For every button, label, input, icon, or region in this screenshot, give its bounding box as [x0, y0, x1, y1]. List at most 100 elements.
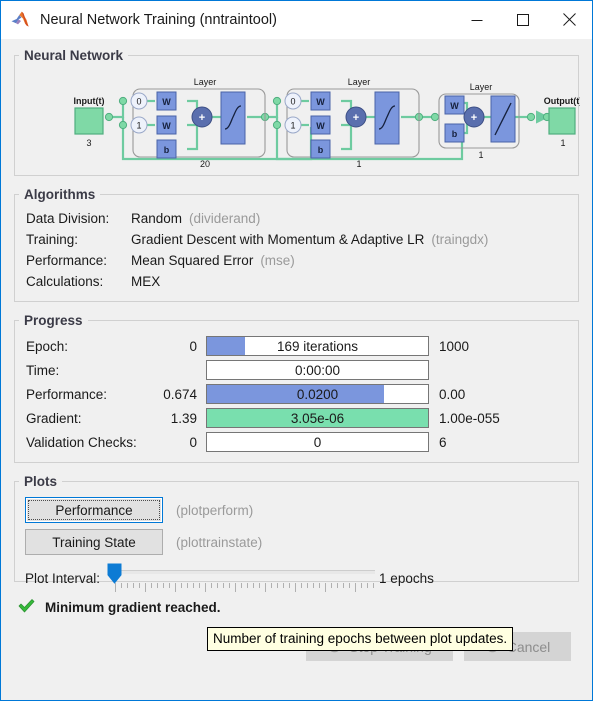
progress-legend: Progress: [24, 313, 83, 328]
input-label-text: Input(t): [74, 96, 105, 106]
plot-interval-row: Plot Interval: 1 epochs: [15, 563, 578, 593]
validation-checks-max-value: 6: [439, 434, 447, 450]
performance-progress-label: Performance:: [26, 386, 108, 402]
svg-text:Layer: Layer: [348, 77, 371, 87]
performance-current-value: 0.674: [163, 386, 197, 402]
performance-value: Mean Squared Error: [131, 253, 254, 268]
neural-network-diagram: Input(t) 3 Layer 0 1 W W b + 20 Layer 0 …: [15, 63, 580, 167]
gradient-progress-bar: 3.05e-06: [206, 408, 429, 428]
progress-group: Progress Epoch: 0 169 iterations 1000 Ti…: [14, 313, 579, 463]
performance-label: Performance:: [26, 253, 108, 268]
algorithm-row-performance: Performance: Mean Squared Error (mse): [15, 250, 578, 271]
svg-text:Layer: Layer: [194, 77, 217, 87]
green-check-icon: [17, 596, 36, 618]
calculations-label: Calculations:: [26, 274, 104, 289]
performance-goal-value: 0.00: [439, 386, 466, 402]
plot-row-performance: Performance (plotperform): [15, 497, 578, 523]
plot-training-state-button[interactable]: Training State: [25, 529, 163, 555]
minimize-button[interactable]: [454, 2, 500, 38]
progress-row-epoch: Epoch: 0 169 iterations 1000: [15, 334, 578, 358]
slider-tick-marks: [115, 581, 375, 592]
neural-network-group: Neural Network Input(t) 3 Layer 0 1 W W …: [14, 48, 580, 176]
algorithm-row-training: Training: Gradient Descent with Momentum…: [15, 229, 578, 250]
time-bar-text: 0:00:00: [294, 362, 341, 378]
progress-row-performance: Performance: 0.674 0.0200 0.00: [15, 382, 578, 406]
algorithms-legend: Algorithms: [24, 187, 96, 202]
plot-interval-tooltip: Number of training epochs between plot u…: [207, 627, 514, 651]
gradient-goal-value: 1.00e-055: [439, 410, 500, 426]
status-message: Minimum gradient reached.: [45, 599, 221, 615]
svg-text:+: +: [353, 112, 359, 124]
epoch-max-value: 1000: [439, 338, 470, 354]
progress-row-validation-checks: Validation Checks: 0 0 6: [15, 430, 578, 454]
algorithm-row-calculations: Calculations: MEX: [15, 271, 578, 292]
performance-fn: (mse): [260, 253, 295, 268]
training-value: Gradient Descent with Momentum & Adaptiv…: [131, 232, 425, 247]
maximize-button[interactable]: [500, 2, 546, 38]
window-title: Neural Network Training (nntraintool): [40, 11, 277, 28]
status-row: Minimum gradient reached.: [14, 596, 579, 618]
training-label: Training:: [26, 232, 79, 247]
svg-text:1: 1: [136, 121, 141, 131]
svg-text:0: 0: [290, 97, 295, 107]
epoch-progress-bar: 169 iterations: [206, 336, 429, 356]
gradient-current-value: 1.39: [170, 410, 197, 426]
title-bar: Neural Network Training (nntraintool): [1, 1, 592, 39]
time-label: Time:: [26, 362, 60, 378]
nntraintool-window: Neural Network Training (nntraintool) Ne…: [0, 0, 593, 701]
epoch-label: Epoch:: [26, 338, 69, 354]
plot-row-training-state: Training State (plottrainstate): [15, 529, 578, 555]
data-division-value: Random: [131, 211, 183, 226]
data-division-label: Data Division:: [26, 211, 110, 226]
epoch-min-value: 0: [189, 338, 197, 354]
epoch-bar-text: 169 iterations: [276, 338, 359, 354]
output-size-text: 1: [560, 138, 565, 148]
output-label-text: Output(t): [544, 96, 580, 106]
validation-checks-progress-bar: 0: [206, 432, 429, 452]
svg-text:+: +: [199, 112, 205, 124]
svg-text:W: W: [162, 97, 171, 107]
neural-network-legend: Neural Network: [24, 48, 124, 63]
data-division-fn: (dividerand): [189, 211, 261, 226]
svg-text:1: 1: [290, 121, 295, 131]
cancel-label: Cancel: [506, 638, 551, 655]
algorithm-row-data-division: Data Division: Random (dividerand): [15, 208, 578, 229]
validation-checks-label: Validation Checks:: [26, 434, 137, 450]
svg-text:Layer: Layer: [470, 82, 493, 92]
plot-interval-value: 1 epochs: [379, 570, 434, 586]
performance-bar-text: 0.0200: [296, 386, 339, 402]
slider-track[interactable]: [115, 570, 376, 574]
progress-row-time: Time: 0:00:00: [15, 358, 578, 382]
gradient-label: Gradient:: [26, 410, 82, 426]
plots-legend: Plots: [24, 474, 58, 489]
svg-text:0: 0: [136, 97, 141, 107]
performance-progress-bar: 0.0200: [206, 384, 429, 404]
validation-checks-bar-text: 0: [313, 434, 322, 450]
svg-text:W: W: [450, 101, 459, 111]
svg-text:b: b: [164, 145, 170, 155]
svg-text:W: W: [316, 121, 325, 131]
calculations-value: MEX: [131, 274, 161, 289]
plot-interval-label: Plot Interval:: [25, 570, 101, 586]
plot-performance-fn: (plotperform): [176, 502, 254, 518]
training-fn: (traingdx): [431, 232, 489, 247]
svg-text:+: +: [471, 112, 477, 124]
plots-group: Plots Performance (plotperform) Training…: [14, 474, 579, 592]
svg-text:W: W: [162, 121, 171, 131]
input-size-text: 3: [86, 138, 91, 148]
time-progress-bar: 0:00:00: [206, 360, 429, 380]
close-button[interactable]: [546, 2, 592, 38]
plot-training-state-fn: (plottrainstate): [176, 534, 263, 550]
dialog-content: Neural Network Input(t) 3 Layer 0 1 W W …: [1, 39, 592, 700]
progress-row-gradient: Gradient: 1.39 3.05e-06 1.00e-055: [15, 406, 578, 430]
layer3-size-text: 1: [478, 150, 483, 160]
svg-text:W: W: [316, 97, 325, 107]
validation-checks-current-value: 0: [189, 434, 197, 450]
algorithms-group: Algorithms Data Division: Random (divide…: [14, 187, 579, 302]
layer2-size-text: 1: [356, 159, 361, 167]
plot-performance-button[interactable]: Performance: [25, 497, 163, 523]
matlab-logo-icon: [10, 9, 32, 31]
plot-interval-slider[interactable]: [107, 563, 376, 593]
gradient-bar-text: 3.05e-06: [290, 410, 345, 426]
layer1-size-text: 20: [200, 159, 210, 167]
